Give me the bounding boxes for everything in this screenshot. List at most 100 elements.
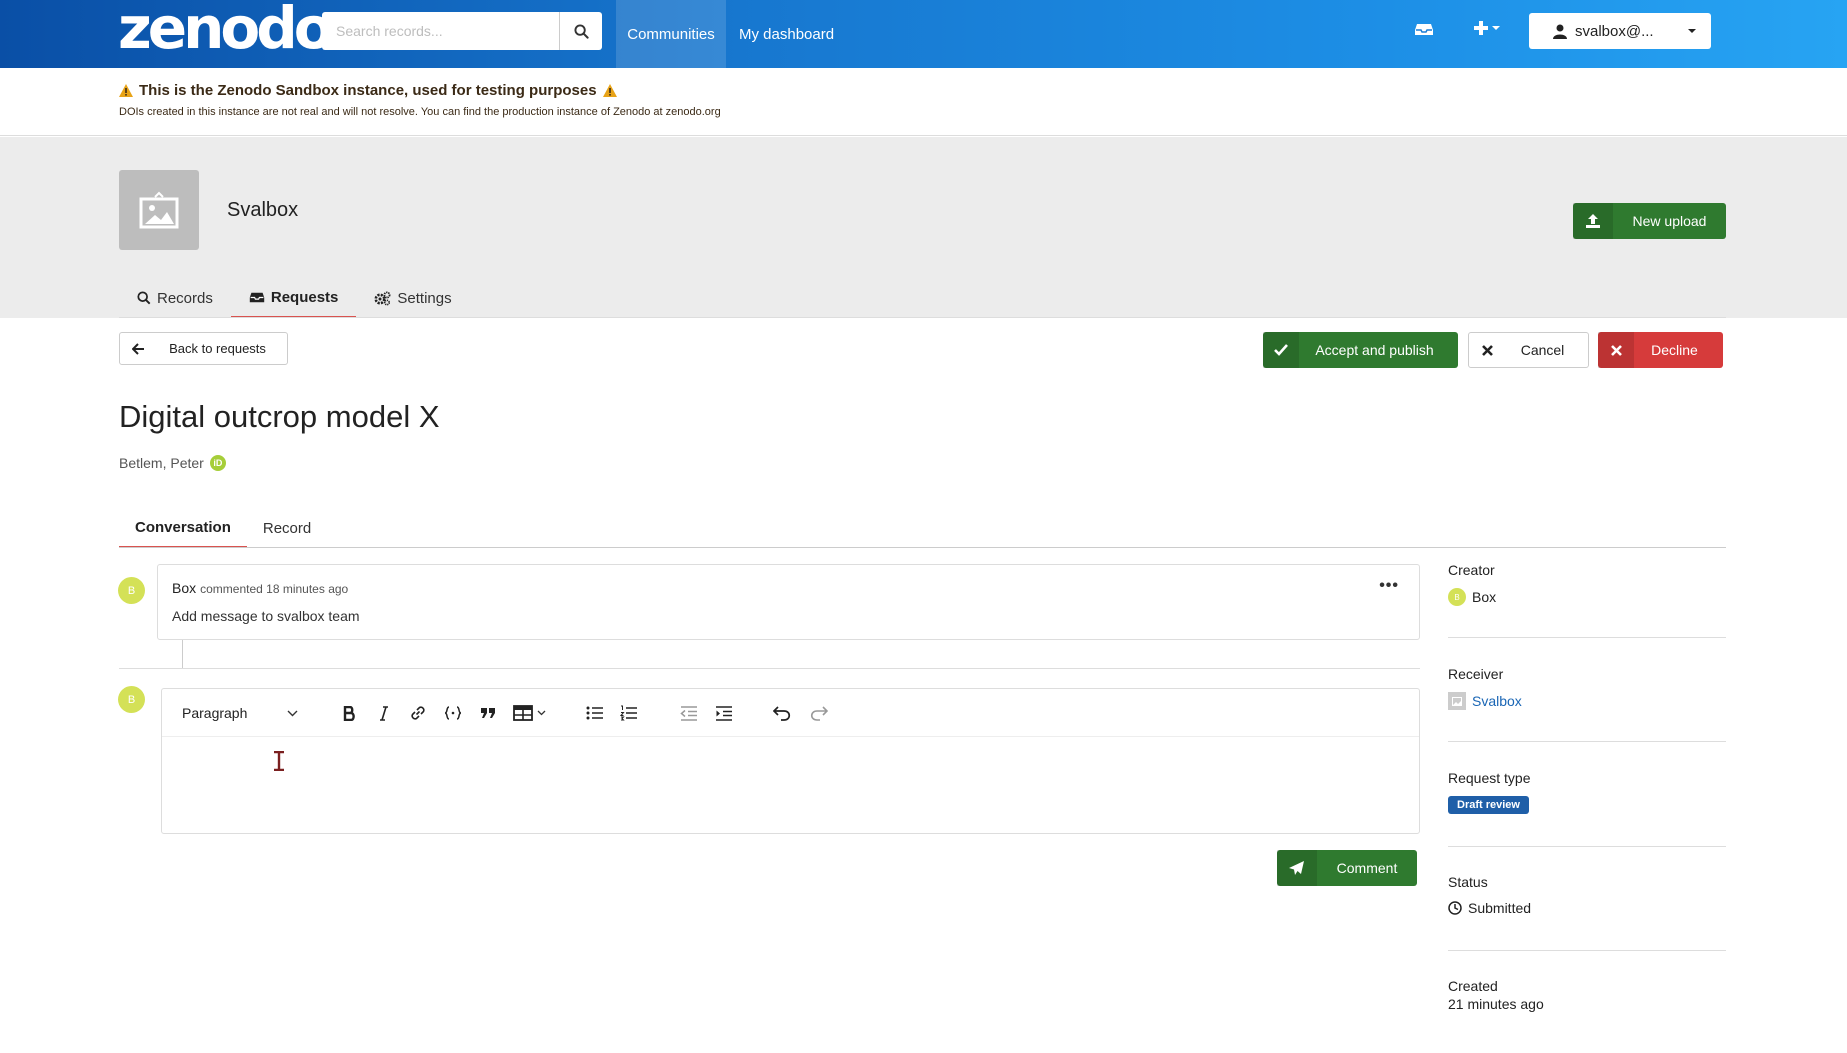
redo-icon[interactable] [807,701,831,725]
inbox-icon[interactable] [1414,20,1434,42]
community-logo-icon [1448,692,1466,710]
community-tabs: Records Requests Settings [119,278,470,318]
warning-icon [119,84,133,97]
creator-label: Creator [1448,562,1495,578]
request-tabs: Conversation Record [119,508,327,548]
chevron-down-icon [537,710,545,716]
search-bar [322,12,602,50]
divider [1448,741,1726,742]
status-value: Submitted [1468,900,1532,916]
record-author: Betlem, Peter iD [119,455,226,471]
send-icon [1289,860,1304,875]
divider [1448,950,1726,951]
comment-body: Add message to svalbox team [172,608,360,624]
blockquote-icon[interactable] [476,701,500,725]
search-input[interactable] [322,12,560,50]
created-value: 21 minutes ago [1448,996,1544,1012]
community-header: Svalbox New upload Records Requests Sett… [0,137,1847,318]
tab-records[interactable]: Records [119,278,231,318]
bulleted-list-icon[interactable] [583,701,607,725]
italic-icon[interactable] [373,701,395,725]
numbered-list-icon[interactable] [617,701,641,725]
banner-title: This is the Zenodo Sandbox instance, use… [139,82,597,99]
comment-item: Box commented 18 minutes ago Add message … [157,564,1420,640]
divider [119,668,1420,669]
clock-icon [1448,901,1462,915]
cancel-button[interactable]: Cancel [1468,332,1589,368]
comment-editor: Paragraph [161,688,1420,834]
plus-icon [1474,21,1488,35]
created-label: Created [1448,978,1498,994]
upload-icon [1586,214,1600,228]
arrow-left-icon [131,342,144,355]
indent-icon[interactable] [712,701,736,725]
community-logo[interactable] [119,170,199,250]
user-icon [1553,24,1567,39]
user-menu-button[interactable]: svalbox@... [1529,13,1711,49]
zenodo-logo[interactable]: zenodo [118,0,334,60]
orcid-icon[interactable]: iD [209,455,226,471]
nav-communities[interactable]: Communities [616,0,726,68]
close-icon [1610,344,1622,356]
sidebar-created: Created 21 minutes ago [1448,978,1726,1012]
receiver-label: Receiver [1448,666,1504,682]
sidebar-status: Status Submitted [1448,874,1726,916]
undo-icon[interactable] [770,701,794,725]
tab-settings[interactable]: Settings [356,278,469,318]
table-icon[interactable] [509,701,549,725]
status-label: Status [1448,874,1488,890]
community-name[interactable]: Svalbox [227,199,298,222]
decline-button[interactable]: Decline [1598,332,1723,368]
sandbox-banner: This is the Zenodo Sandbox instance, use… [0,68,1847,136]
search-icon [137,291,151,305]
paragraph-format-select[interactable]: Paragraph [182,701,302,725]
creator-name: Box [1472,589,1497,605]
search-button[interactable] [560,12,602,50]
editor-toolbar: Paragraph [162,689,1419,737]
avatar: B [118,686,145,713]
bold-icon[interactable] [338,701,360,725]
avatar: B [118,577,145,604]
code-block-icon[interactable] [441,701,465,725]
text-cursor-icon [272,750,286,775]
divider [1448,846,1726,847]
comment-author: Box [172,580,197,596]
top-navbar: zenodo Communities My dashboard svalbox@… [0,0,1847,68]
request-type-label: Request type [1448,770,1531,786]
close-icon [1481,344,1493,356]
divider [119,317,1726,318]
tab-requests[interactable]: Requests [230,278,357,318]
chevron-down-icon [287,710,298,716]
cogs-icon [374,291,391,306]
tab-conversation[interactable]: Conversation [119,508,247,548]
comment-timestamp: commented 18 minutes ago [200,582,349,596]
outdent-icon[interactable] [677,701,701,725]
author-name[interactable]: Betlem, Peter [119,455,204,471]
divider [119,547,1726,548]
back-to-requests-button[interactable]: Back to requests [119,332,288,365]
nav-my-dashboard[interactable]: My dashboard [739,0,834,68]
sidebar-creator: Creator B Box [1448,562,1726,606]
comment-submit-button[interactable]: Comment [1277,850,1417,886]
image-placeholder-icon [139,191,179,229]
record-title: Digital outcrop model X [119,399,440,434]
check-icon [1274,344,1288,356]
warning-icon [602,84,617,97]
link-icon[interactable] [406,701,430,725]
caret-down-icon [1492,26,1500,30]
banner-subtitle: DOIs created in this instance are not re… [119,106,721,118]
tab-record[interactable]: Record [247,508,327,548]
user-name: svalbox@... [1575,22,1654,40]
thread-line [182,640,183,668]
create-menu[interactable] [1473,20,1501,36]
more-options-icon[interactable]: ••• [1379,577,1399,595]
receiver-link[interactable]: Svalbox [1472,693,1522,709]
accept-and-publish-button[interactable]: Accept and publish [1263,332,1458,368]
inbox-icon [249,292,265,302]
avatar: B [1448,588,1466,606]
request-type-badge: Draft review [1448,796,1529,814]
search-icon [573,23,589,39]
new-upload-button[interactable]: New upload [1573,203,1726,239]
sidebar-receiver: Receiver Svalbox [1448,666,1726,710]
caret-down-icon [1688,29,1696,33]
